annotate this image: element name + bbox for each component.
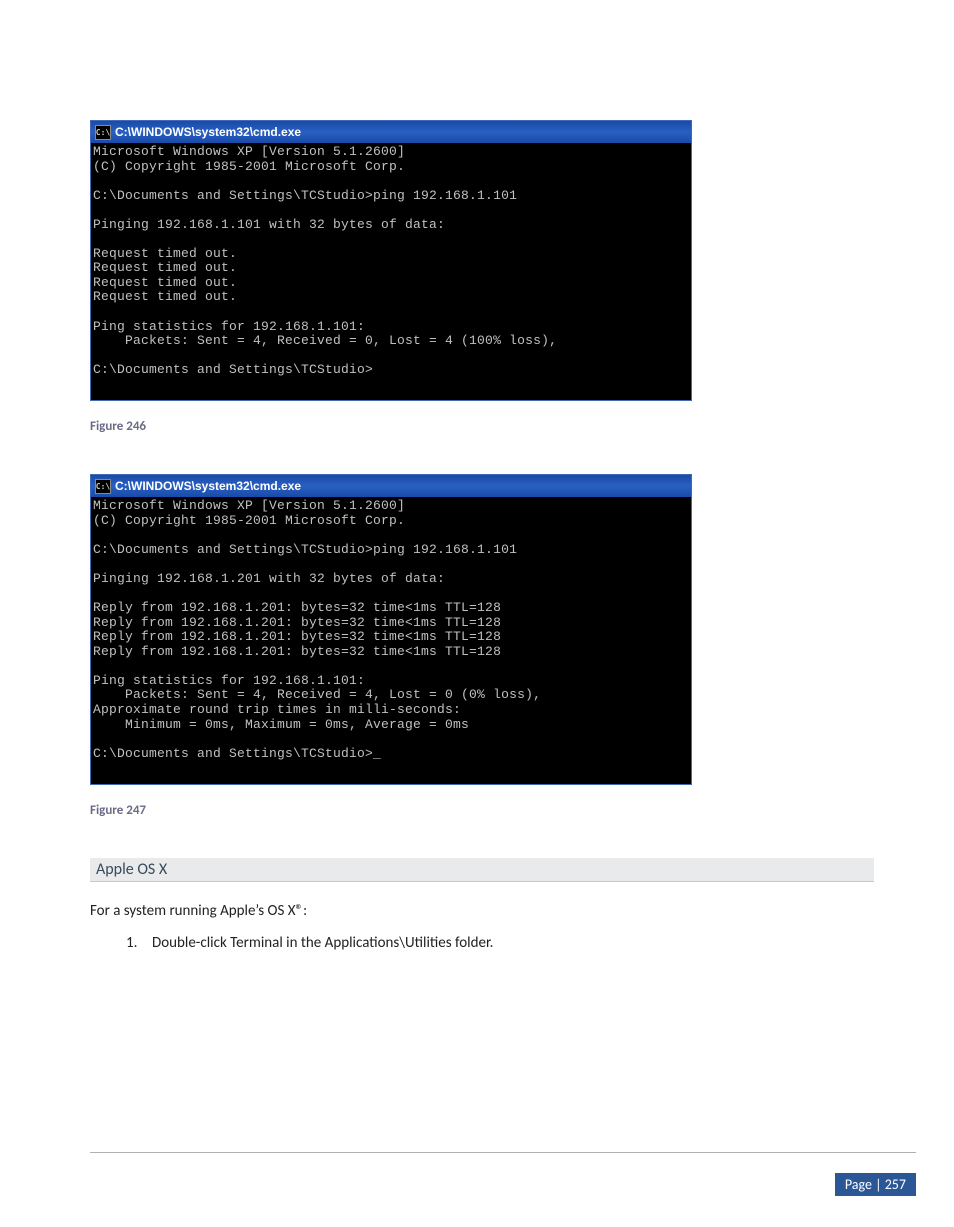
cmd-title-1: C:\WINDOWS\system32\cmd.exe bbox=[115, 125, 301, 139]
cmd-title-2: C:\WINDOWS\system32\cmd.exe bbox=[115, 479, 301, 493]
list-item-1: 1.Double-click Terminal in the Applicati… bbox=[126, 934, 874, 952]
page-footer: Page | 257 bbox=[90, 1152, 916, 1191]
cmd-prompt-icon: C:\ bbox=[95, 479, 111, 494]
cmd-body-2: Microsoft Windows XP [Version 5.1.2600] … bbox=[91, 497, 691, 783]
cmd-window-2: C:\ C:\WINDOWS\system32\cmd.exe Microsof… bbox=[90, 474, 692, 784]
list-text: Double-click Terminal in the Application… bbox=[152, 934, 493, 952]
paragraph-intro: For a system running Apple’s OS X®: bbox=[90, 902, 874, 920]
cmd-titlebar-1: C:\ C:\WINDOWS\system32\cmd.exe bbox=[91, 121, 691, 143]
cmd-prompt-icon: C:\ bbox=[95, 125, 111, 140]
list-number: 1. bbox=[126, 934, 152, 952]
cmd-body-1: Microsoft Windows XP [Version 5.1.2600] … bbox=[91, 143, 691, 400]
cmd-titlebar-2: C:\ C:\WINDOWS\system32\cmd.exe bbox=[91, 475, 691, 497]
page: C:\ C:\WINDOWS\system32\cmd.exe Microsof… bbox=[0, 0, 954, 1227]
figure-caption-247: Figure 247 bbox=[90, 803, 874, 818]
page-number-badge: Page | 257 bbox=[835, 1173, 916, 1196]
cmd-window-1: C:\ C:\WINDOWS\system32\cmd.exe Microsof… bbox=[90, 120, 692, 401]
figure-caption-246: Figure 246 bbox=[90, 419, 874, 434]
section-heading-apple-osx: Apple OS X bbox=[90, 858, 874, 882]
